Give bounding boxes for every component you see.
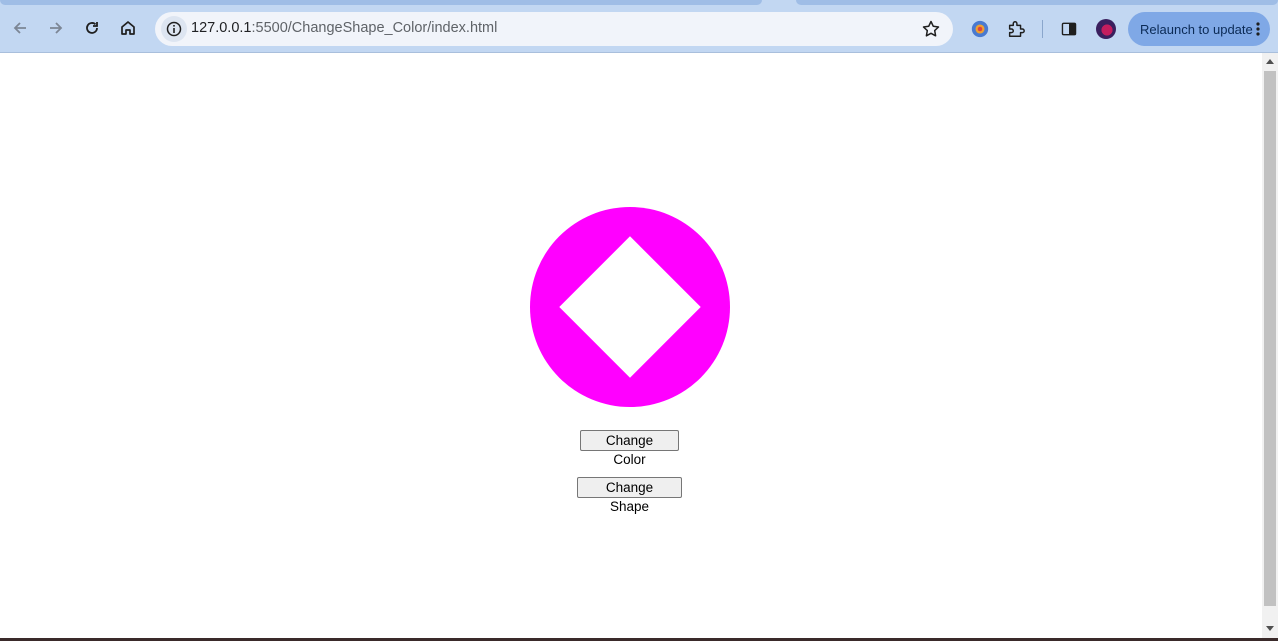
site-info-icon[interactable] [161,16,187,42]
home-button[interactable] [113,13,143,43]
vertical-scrollbar[interactable] [1262,53,1278,638]
extensions-puzzle-icon[interactable] [1005,18,1027,40]
back-button[interactable] [5,13,35,43]
scroll-down-arrow-icon[interactable] [1266,626,1274,631]
forward-button[interactable] [41,13,71,43]
white-diamond-shape [559,236,701,378]
relaunch-label: Relaunch to update [1140,21,1253,37]
url-path: :5500/ChangeShape_Color/index.html [251,20,498,36]
kebab-menu-icon [1256,22,1260,36]
change-shape-button[interactable]: Change Shape [577,477,682,514]
address-bar[interactable]: 127.0.0.1:5500/ChangeShape_Color/index.h… [155,12,953,46]
relaunch-to-update-button[interactable]: Relaunch to update [1128,12,1270,46]
profile-avatar[interactable] [1096,19,1116,39]
url-text[interactable]: 127.0.0.1:5500/ChangeShape_Color/index.h… [191,20,497,36]
bookmark-star-icon[interactable] [921,19,941,39]
page-viewport: Change Color Change Shape [0,53,1262,638]
toolbar-divider [1042,20,1043,38]
browser-window: 127.0.0.1:5500/ChangeShape_Color/index.h… [0,0,1278,641]
forward-icon [50,22,63,34]
extension-colorful-icon[interactable] [969,18,991,40]
url-host: 127.0.0.1 [191,20,252,36]
reload-button[interactable] [77,13,107,43]
side-panel-icon[interactable] [1058,18,1080,40]
scroll-thumb[interactable] [1264,71,1276,606]
back-icon [13,22,26,34]
inactive-tab-edge[interactable] [796,0,1278,5]
magenta-circle-shape [530,207,730,407]
reload-icon [86,22,98,34]
change-color-button[interactable]: Change Color [580,430,679,467]
scroll-up-arrow-icon[interactable] [1266,59,1274,64]
home-icon [121,21,135,35]
browser-toolbar: 127.0.0.1:5500/ChangeShape_Color/index.h… [0,0,1278,53]
active-tab-edge[interactable] [0,0,762,5]
